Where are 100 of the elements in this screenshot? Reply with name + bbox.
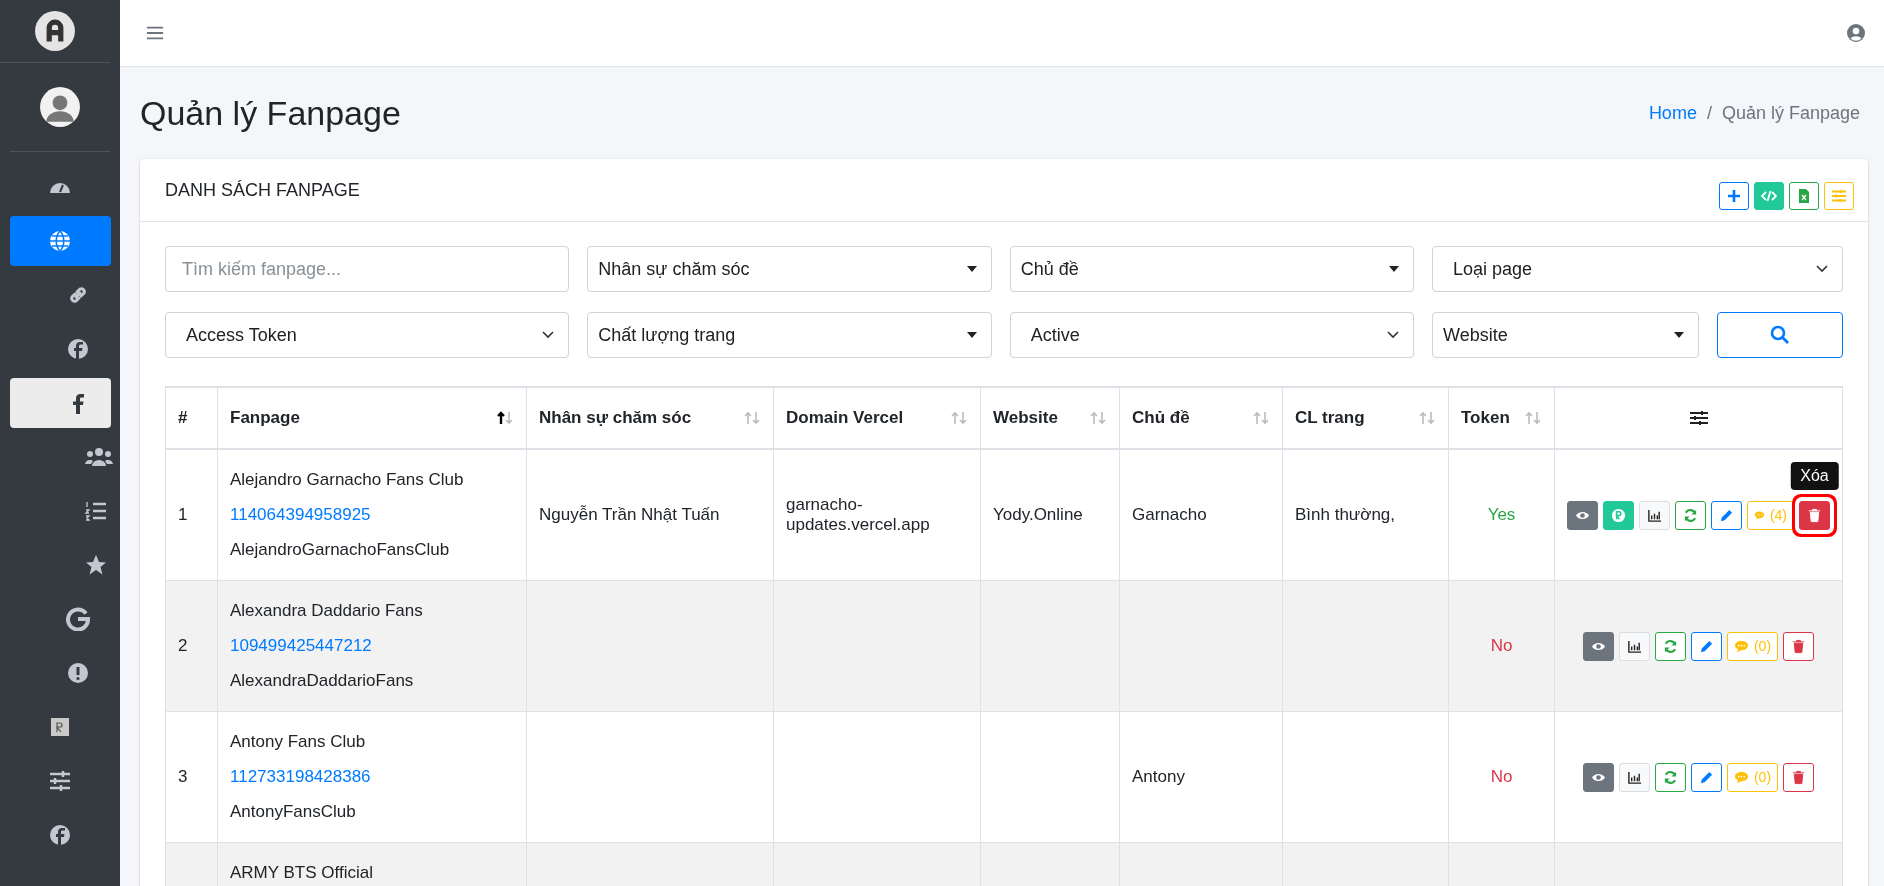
- sort-icon[interactable]: [496, 411, 514, 425]
- select-field[interactable]: Website: [1432, 312, 1699, 358]
- delete-button[interactable]: [1783, 762, 1815, 792]
- sliders-icon[interactable]: [1688, 410, 1709, 426]
- token-status: Yes: [1487, 505, 1516, 524]
- breadcrumb-current: Quản lý Fanpage: [1721, 102, 1860, 124]
- plus-icon: [1726, 188, 1742, 204]
- caret-icon: [1674, 332, 1684, 338]
- excel-button[interactable]: [1789, 182, 1819, 210]
- add-button[interactable]: [1719, 182, 1749, 210]
- column-header[interactable]: CL trang: [1295, 408, 1365, 428]
- row-number: 1: [178, 505, 188, 524]
- page-id-link[interactable]: 112733198428386: [230, 767, 371, 786]
- select-field[interactable]: Access Token: [165, 312, 570, 358]
- facebook-icon: [66, 337, 90, 361]
- page-id-link[interactable]: 109499425447212: [230, 636, 372, 655]
- numbered-list-icon: [84, 499, 108, 523]
- sliders-button[interactable]: [1824, 182, 1854, 210]
- page-id-link[interactable]: 114064394958925: [230, 505, 371, 524]
- column-header[interactable]: Chủ đề: [1132, 408, 1190, 428]
- domain-text: garnacho-updates.vercel.app: [786, 495, 930, 534]
- chevron-icon: [542, 331, 555, 339]
- breadcrumb-link[interactable]: Home: [1648, 102, 1697, 124]
- select-field[interactable]: Loại page: [1432, 246, 1843, 292]
- refresh-button[interactable]: [1675, 500, 1706, 530]
- page-slug: AlexandraDaddarioFans: [230, 670, 415, 692]
- edit-button[interactable]: [1690, 631, 1722, 661]
- caret-icon: [966, 266, 977, 272]
- token-status: No: [1490, 767, 1513, 786]
- search-field[interactable]: Tìm kiếm fanpage...: [165, 246, 570, 292]
- column-header[interactable]: Fanpage: [230, 408, 300, 428]
- column-header[interactable]: Token: [1461, 408, 1510, 428]
- column-header[interactable]: Nhân sự chăm sóc: [539, 408, 692, 428]
- view-button[interactable]: [1582, 631, 1614, 661]
- page-slug: AntonyFansClub: [230, 801, 357, 823]
- select-field[interactable]: Active: [1009, 312, 1414, 358]
- chart-button[interactable]: [1618, 762, 1650, 792]
- google-icon: [66, 607, 90, 631]
- refresh-icon: [1662, 769, 1678, 785]
- breadcrumb-separator: /: [1706, 102, 1712, 124]
- pencil-icon: [1719, 507, 1734, 523]
- topic-text: Garnacho: [1132, 505, 1207, 524]
- card-title: DANH SÁCH FANPAGE: [165, 179, 360, 201]
- chart-button[interactable]: [1639, 500, 1670, 530]
- bar-chart-icon: [1647, 507, 1662, 523]
- chart-button[interactable]: [1618, 631, 1650, 661]
- fanpage-name: Alejandro Garnacho Fans Club: [230, 469, 465, 491]
- menu-icon[interactable]: [146, 25, 164, 41]
- exclamation-icon: [66, 661, 90, 685]
- select-field[interactable]: Chủ đề: [1009, 246, 1414, 292]
- star-icon: [84, 553, 108, 577]
- view-button[interactable]: [1582, 762, 1614, 792]
- select-field[interactable]: Nhân sự chăm sóc: [587, 246, 992, 292]
- page-slug: AlejandroGarnachoFansClub: [230, 539, 451, 561]
- delete-button[interactable]: [1783, 631, 1815, 661]
- select-field[interactable]: Chất lượng trang: [587, 312, 992, 358]
- edit-button[interactable]: [1711, 500, 1742, 530]
- sliders-icon: [1831, 188, 1847, 204]
- facebook-icon: [48, 823, 72, 847]
- token-status: No: [1490, 636, 1513, 655]
- sliders-icon: [48, 769, 72, 793]
- trash-icon: [1807, 507, 1822, 523]
- column-header[interactable]: #: [178, 408, 188, 428]
- user-icon[interactable]: [1846, 23, 1866, 43]
- logo-icon[interactable]: [34, 10, 76, 52]
- search-icon: [1770, 325, 1790, 345]
- globe-icon: [48, 229, 72, 253]
- pencil-icon: [1698, 769, 1714, 785]
- tooltip: Xóa: [1790, 461, 1839, 490]
- fanpage-name: Alexandra Daddario Fans: [230, 600, 424, 622]
- quality-text: Bình thường,: [1295, 505, 1396, 524]
- column-header[interactable]: Website: [993, 408, 1058, 428]
- view-button[interactable]: [1567, 500, 1598, 530]
- search-button[interactable]: [1717, 312, 1843, 358]
- chevron-icon: [1387, 331, 1399, 339]
- image-icon: [48, 715, 72, 739]
- comment-icon: [1733, 769, 1749, 785]
- comment-icon: [1733, 638, 1749, 654]
- website-text: Yody.Online: [993, 505, 1083, 524]
- code-icon: [1761, 188, 1777, 204]
- column-header[interactable]: Domain Vercel: [786, 408, 904, 428]
- pencil-icon: [1698, 638, 1714, 654]
- avatar-icon[interactable]: [39, 86, 81, 128]
- trash-icon: [1791, 638, 1807, 654]
- users-icon: [84, 445, 114, 469]
- caret-icon: [966, 332, 977, 338]
- spreadsheet-icon: [1796, 188, 1812, 204]
- bar-chart-icon: [1626, 638, 1642, 654]
- edit-button[interactable]: [1690, 762, 1722, 792]
- row-number: 3: [178, 767, 188, 786]
- trash-icon: [1791, 769, 1807, 785]
- bar-chart-icon: [1626, 769, 1642, 785]
- refresh-icon: [1683, 507, 1698, 523]
- chevron-icon: [1816, 265, 1828, 273]
- staff-name: Nguyễn Trần Nhật Tuấn: [539, 505, 720, 524]
- sidebar-item[interactable]: [10, 378, 111, 428]
- fanpage-name: ARMY BTS Official: [230, 862, 374, 884]
- topic-text: Antony: [1132, 767, 1185, 786]
- refresh-icon: [1662, 638, 1678, 654]
- r-circle-icon: [1611, 507, 1626, 523]
